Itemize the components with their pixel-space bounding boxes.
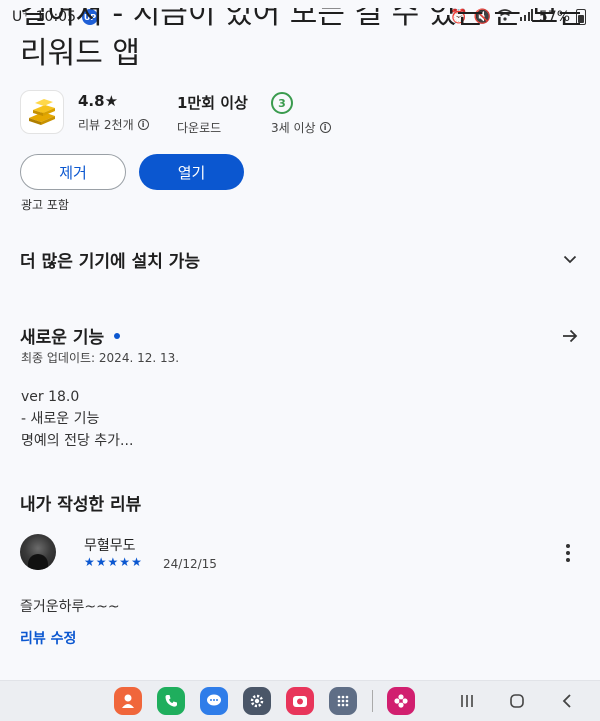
- my-review-section: 내가 작성한 리뷰: [20, 490, 580, 515]
- star-icon: ★: [119, 555, 131, 569]
- review-date: 24/12/15: [163, 557, 217, 571]
- chevron-down-icon[interactable]: [560, 250, 580, 270]
- settings-app-icon[interactable]: [243, 687, 271, 715]
- new-indicator-dot: [114, 332, 121, 339]
- arrow-right-icon[interactable]: [560, 326, 580, 346]
- info-icon[interactable]: i: [319, 122, 331, 133]
- messages-app-icon[interactable]: [200, 687, 228, 715]
- dock-divider: [372, 690, 373, 712]
- star-icon: ★: [95, 555, 107, 569]
- rating-value: 4.8★: [78, 92, 119, 110]
- uninstall-button[interactable]: 제거: [20, 154, 126, 190]
- star-icon: ★: [107, 555, 119, 569]
- avatar: [20, 534, 56, 570]
- contacts-app-icon[interactable]: [114, 687, 142, 715]
- star-icon: ★: [84, 555, 95, 569]
- back-nav-icon[interactable]: [554, 688, 580, 714]
- more-devices-section[interactable]: 더 많은 기기에 설치 가능: [20, 247, 580, 272]
- section-title: 새로운 기능: [20, 328, 105, 348]
- app-title: 걸어서 - 지금이 있어 모든 걸 수 있는 는 보는 리워드 앱: [20, 8, 580, 80]
- app-meta-row: 4.8★ 리뷰 2천개 i 1만회 이상 다운로드 3 3세 이상 i: [20, 90, 580, 138]
- more-vert-icon[interactable]: [562, 542, 574, 564]
- blossom-app-icon[interactable]: [387, 687, 415, 715]
- camera-app-icon[interactable]: [286, 687, 314, 715]
- release-note-line: - 새로운 기능: [21, 411, 100, 427]
- section-title: 내가 작성한 리뷰: [20, 495, 142, 515]
- release-notes: ver 18.0 - 새로운 기능 명예의 전당 추가...: [21, 386, 133, 452]
- age-rating-icon: 3: [271, 92, 293, 114]
- review-count: 리뷰 2천개: [78, 118, 134, 132]
- downloads-label: 다운로드: [177, 121, 222, 135]
- age-rating-label: 3세 이상: [271, 121, 316, 135]
- release-note-line: 명예의 전당 추가...: [21, 433, 134, 449]
- phone-app-icon[interactable]: [157, 687, 185, 715]
- reviewer-name: 무혈무도: [84, 538, 136, 554]
- app-title-line-1: 걸어서 - 지금이 있어 모든 걸 수 있는 는 보는: [20, 8, 580, 31]
- info-icon[interactable]: i: [137, 119, 149, 130]
- contains-ads-label: 광고 포함: [21, 198, 69, 212]
- open-button[interactable]: 열기: [139, 154, 244, 190]
- taskbar: [0, 680, 600, 721]
- app-title-line-2: 리워드 앱: [20, 36, 140, 71]
- last-updated: 최종 업데이트: 2024. 12. 13.: [21, 351, 180, 365]
- apps-grid-icon[interactable]: [329, 687, 357, 715]
- home-nav-icon[interactable]: [504, 688, 530, 714]
- release-note-line: ver 18.0: [21, 389, 80, 405]
- downloads-value: 1만회 이상: [177, 94, 248, 112]
- whats-new-section[interactable]: 새로운 기능: [20, 323, 580, 348]
- section-title: 더 많은 기기에 설치 가능: [20, 252, 201, 272]
- review-text: 즐거운하루~~~: [20, 599, 120, 615]
- edit-review-link[interactable]: 리뷰 수정: [20, 628, 76, 648]
- gold-bars-icon: [20, 90, 64, 134]
- star-rating: ★ ★ ★ ★ ★: [84, 555, 142, 569]
- recents-nav-icon[interactable]: [454, 688, 480, 714]
- star-icon: ★: [131, 555, 142, 569]
